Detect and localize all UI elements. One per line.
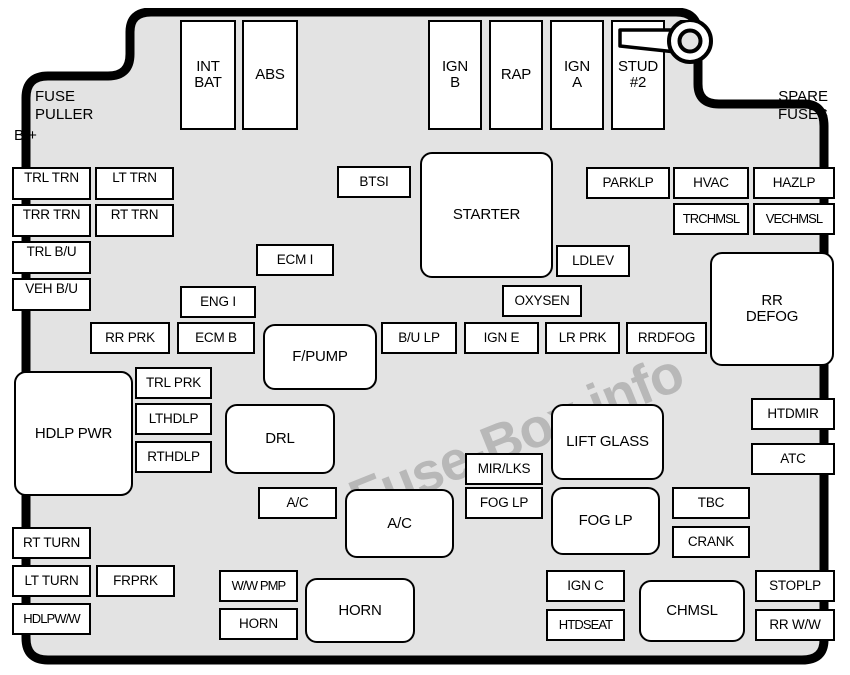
fuse-lt-trn[interactable]: LT TRN xyxy=(95,167,174,200)
relay-hdlp-pwr[interactable]: HDLP PWR xyxy=(14,371,133,496)
relay-drl[interactable]: DRL xyxy=(225,404,335,474)
fuse-lr-prk[interactable]: LR PRK xyxy=(545,322,620,354)
relay-starter[interactable]: STARTER xyxy=(420,152,553,278)
fuse-tbc[interactable]: TBC xyxy=(672,487,750,519)
relay-rr-defog[interactable]: RR DEFOG xyxy=(710,252,834,366)
fuse-vechmsl[interactable]: VECHMSL xyxy=(753,203,835,235)
fuse-lthdlp[interactable]: LTHDLP xyxy=(135,403,212,435)
fuse-ign-a[interactable]: IGN A xyxy=(550,20,604,130)
fuse-rr-ww[interactable]: RR W/W xyxy=(755,609,835,641)
fuse-ldlev[interactable]: LDLEV xyxy=(556,245,630,277)
relay-horn[interactable]: HORN xyxy=(305,578,415,643)
fuse-trl-bu[interactable]: TRL B/U xyxy=(12,241,91,274)
fuse-trr-trn[interactable]: TRR TRN xyxy=(12,204,91,237)
relay-ac[interactable]: A/C xyxy=(345,489,454,558)
spare-fuses-label: SPARE FUSES xyxy=(777,88,828,124)
fuse-rt-trn[interactable]: RT TRN xyxy=(95,204,174,237)
fuse-rrdfog[interactable]: RRDFOG xyxy=(626,322,707,354)
fuse-frprk[interactable]: FRPRK xyxy=(96,565,175,597)
fuse-rap[interactable]: RAP xyxy=(489,20,543,130)
fuse-int-bat[interactable]: INT BAT xyxy=(180,20,236,130)
fuse-hazlp[interactable]: HAZLP xyxy=(753,167,835,199)
fuse-ign-c[interactable]: IGN C xyxy=(546,570,625,602)
fuse-box-diagram: FUSE PULLER B + SPARE FUSES INT BAT ABS … xyxy=(0,0,850,675)
fuse-ign-b[interactable]: IGN B xyxy=(428,20,482,130)
fuse-trl-prk[interactable]: TRL PRK xyxy=(135,367,212,399)
b-plus-label: B + xyxy=(14,127,37,144)
fuse-horn[interactable]: HORN xyxy=(219,608,298,640)
fuse-parklp[interactable]: PARKLP xyxy=(586,167,670,199)
fuse-rr-prk[interactable]: RR PRK xyxy=(90,322,170,354)
fuse-lt-turn[interactable]: LT TURN xyxy=(12,565,91,597)
fuse-veh-bu[interactable]: VEH B/U xyxy=(12,278,91,311)
relay-chmsl[interactable]: CHMSL xyxy=(639,580,745,642)
fuse-hdlpww[interactable]: HDLPW/W xyxy=(12,603,91,635)
fuse-rthdlp[interactable]: RTHDLP xyxy=(135,441,212,473)
fuse-ac[interactable]: A/C xyxy=(258,487,337,519)
stud-terminal-icon xyxy=(614,18,722,80)
fuse-eng-i[interactable]: ENG I xyxy=(180,286,256,318)
fuse-btsi[interactable]: BTSI xyxy=(337,166,411,198)
fuse-puller-label: FUSE PULLER xyxy=(35,88,94,124)
fuse-ign-e[interactable]: IGN E xyxy=(464,322,539,354)
relay-f-pump[interactable]: F/PUMP xyxy=(263,324,377,390)
fuse-rt-turn[interactable]: RT TURN xyxy=(12,527,91,559)
fuse-bu-lp[interactable]: B/U LP xyxy=(381,322,457,354)
fuse-htdmir[interactable]: HTDMIR xyxy=(751,398,835,430)
fuse-mir-lks[interactable]: MIR/LKS xyxy=(465,453,543,485)
fuse-trchmsl[interactable]: TRCHMSL xyxy=(673,203,749,235)
fuse-ecm-b[interactable]: ECM B xyxy=(177,322,255,354)
fuse-ww-pmp[interactable]: W/W PMP xyxy=(219,570,298,602)
fuse-ecm-i[interactable]: ECM I xyxy=(256,244,334,276)
relay-fog-lp[interactable]: FOG LP xyxy=(551,487,660,555)
fuse-htdseat[interactable]: HTDSEAT xyxy=(546,609,625,641)
fuse-oxysen[interactable]: OXYSEN xyxy=(502,285,582,317)
fuse-trl-trn[interactable]: TRL TRN xyxy=(12,167,91,200)
fuse-stoplp[interactable]: STOPLP xyxy=(755,570,835,602)
fuse-atc[interactable]: ATC xyxy=(751,443,835,475)
relay-lift-glass[interactable]: LIFT GLASS xyxy=(551,404,664,480)
fuse-hvac[interactable]: HVAC xyxy=(673,167,749,199)
fuse-fog-lp[interactable]: FOG LP xyxy=(465,487,543,519)
fuse-abs[interactable]: ABS xyxy=(242,20,298,130)
fuse-crank[interactable]: CRANK xyxy=(672,526,750,558)
